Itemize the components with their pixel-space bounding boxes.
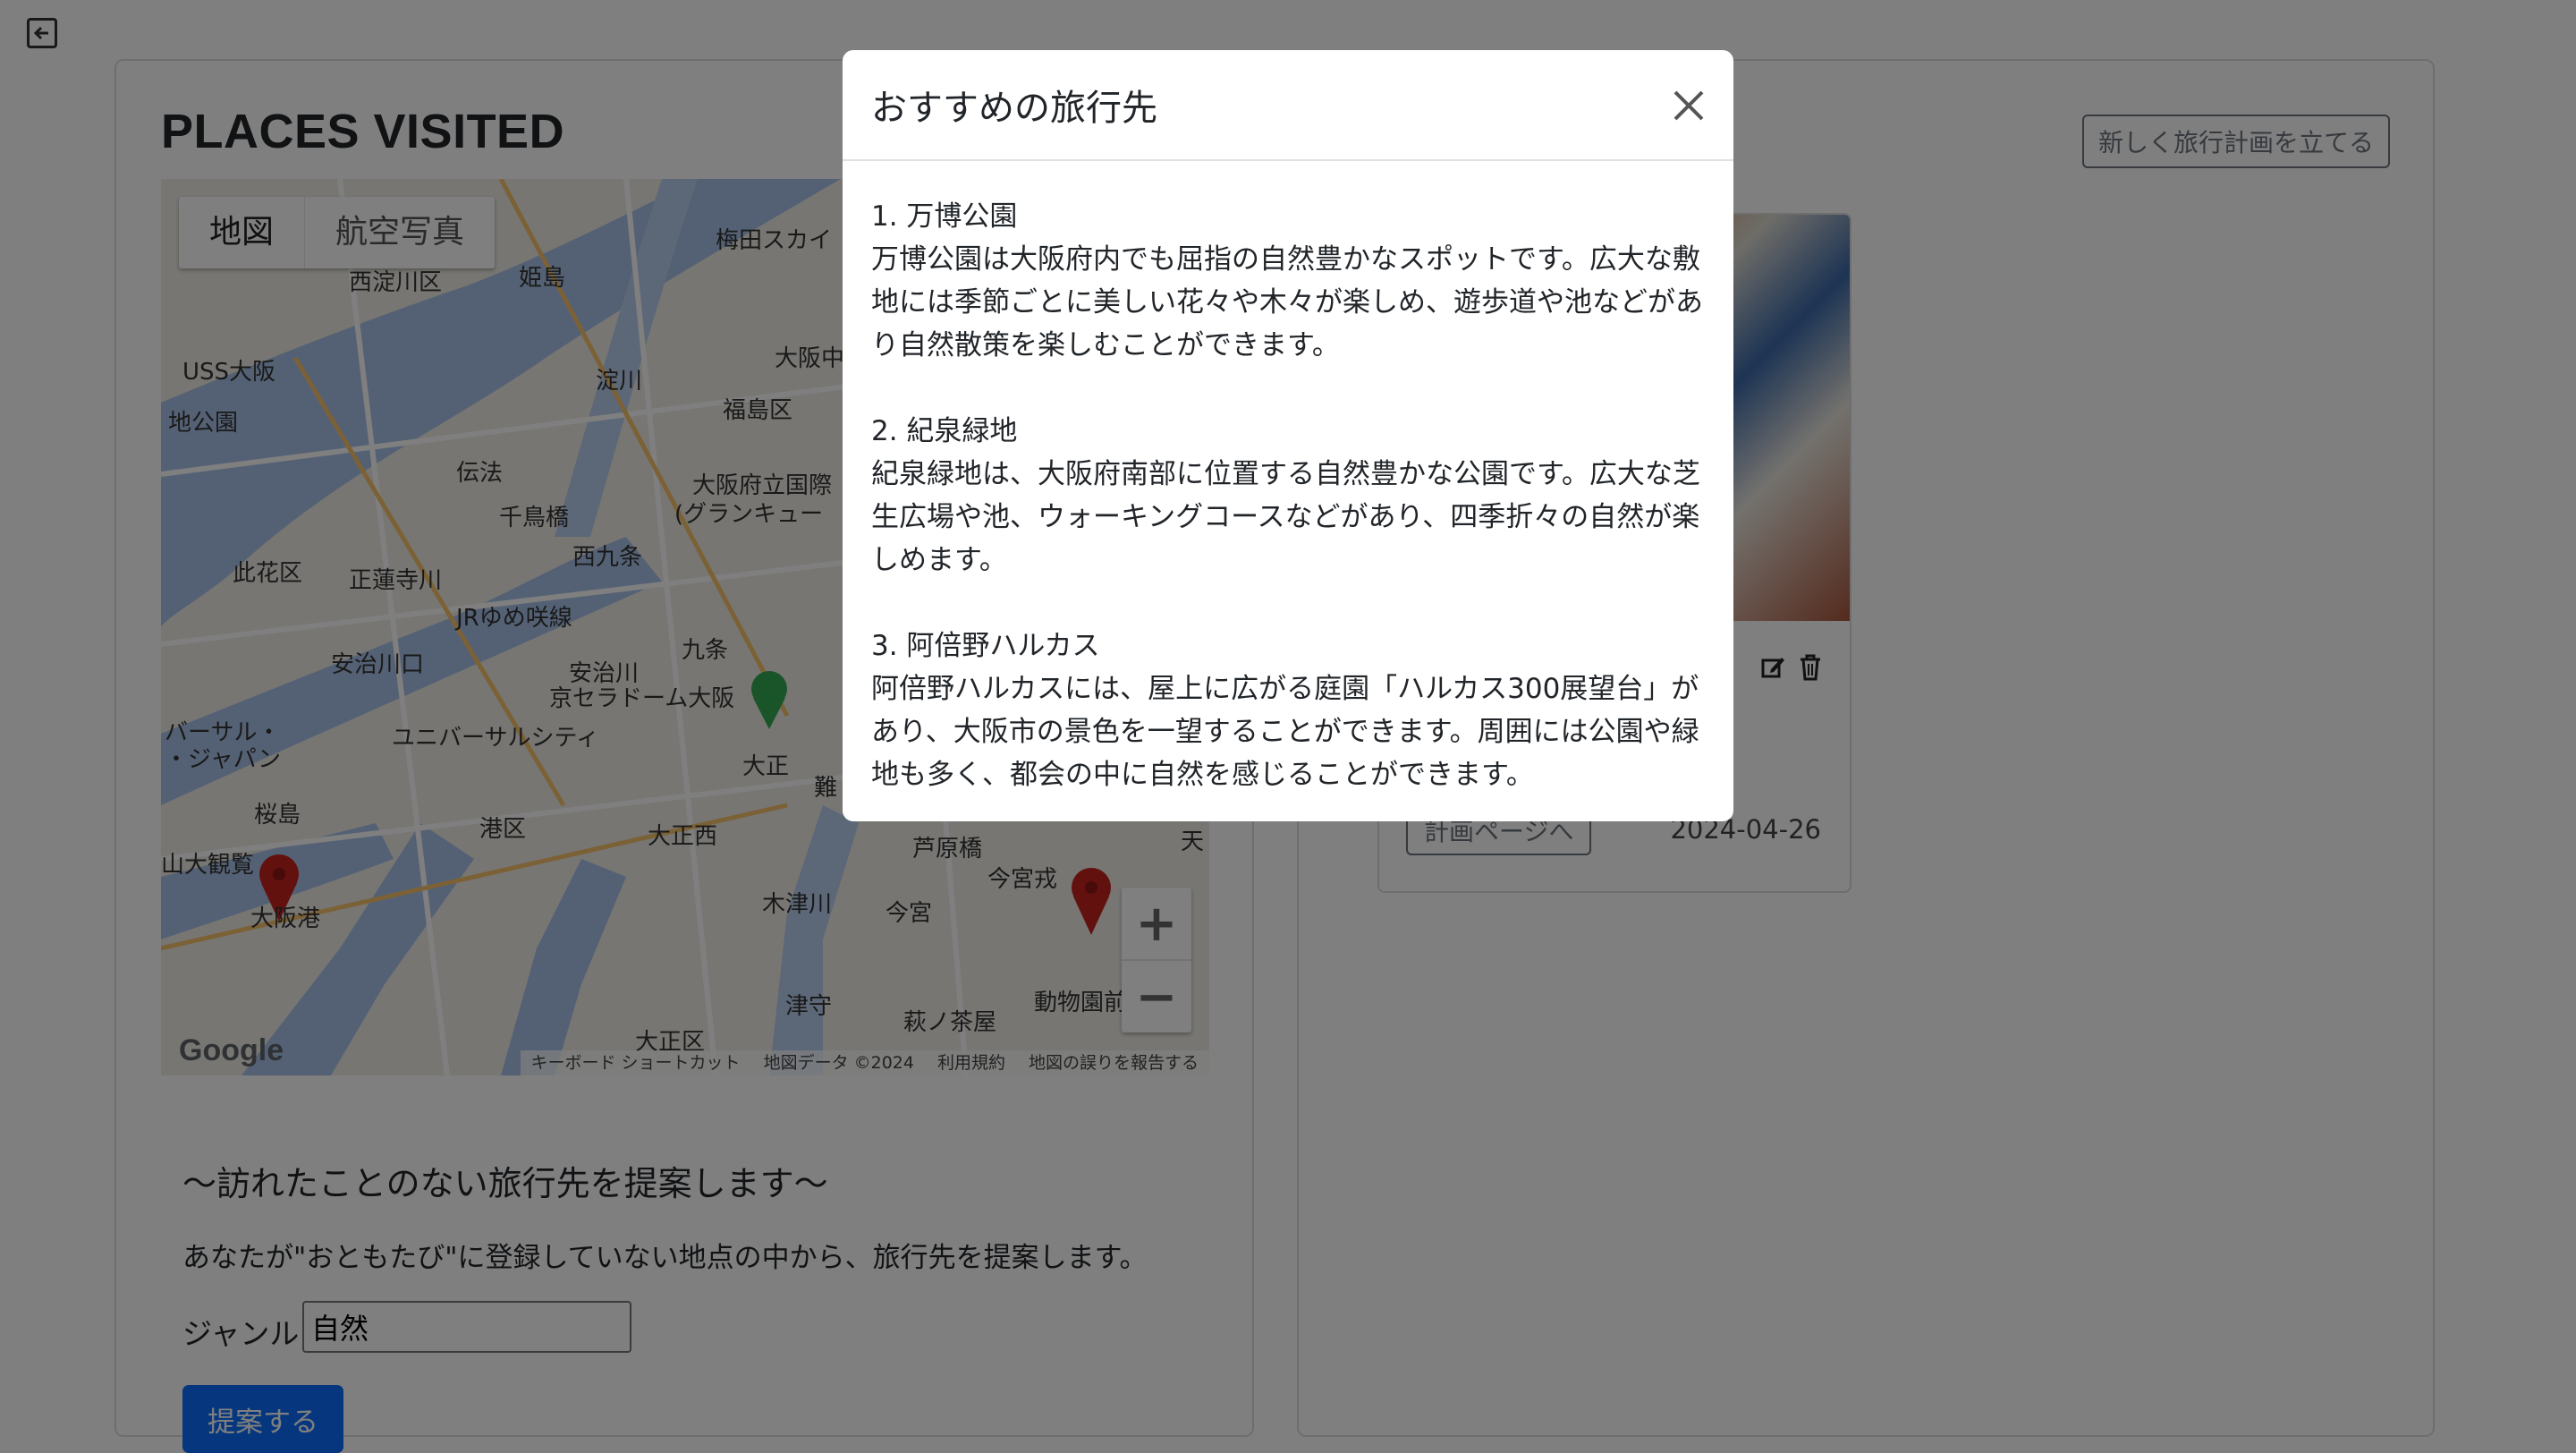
- recommendation-item: 1. 万博公園 万博公園は大阪府内でも屈指の自然豊かなスポットです。広大な敷地に…: [871, 195, 1705, 367]
- recommendation-modal: おすすめの旅行先 1. 万博公園 万博公園は大阪府内でも屈指の自然豊かなスポット…: [843, 50, 1733, 821]
- recommendation-item: 3. 阿倍野ハルカス 阿倍野ハルカスには、屋上に広がる庭園「ハルカス300展望台…: [871, 625, 1705, 796]
- recommendation-name: 2. 紀泉緑地: [871, 415, 1018, 447]
- recommendation-item: 2. 紀泉緑地 紀泉緑地は、大阪府南部に位置する自然豊かな公園です。広大な芝生広…: [871, 410, 1705, 582]
- recommendation-name: 3. 阿倍野ハルカス: [871, 630, 1100, 662]
- modal-header: おすすめの旅行先: [843, 50, 1733, 161]
- recommendation-name: 1. 万博公園: [871, 200, 1018, 233]
- recommendation-text: 紀泉緑地は、大阪府南部に位置する自然豊かな公園です。広大な芝生広場や池、ウォーキ…: [871, 458, 1700, 576]
- recommendation-text: 阿倍野ハルカスには、屋上に広がる庭園「ハルカス300展望台」があり、大阪市の景色…: [871, 673, 1699, 791]
- modal-title: おすすめの旅行先: [871, 88, 1157, 129]
- modal-body: 1. 万博公園 万博公園は大阪府内でも屈指の自然豊かなスポットです。広大な敷地に…: [843, 161, 1733, 796]
- close-icon[interactable]: [1671, 88, 1707, 123]
- page: PLACES VISITED: [0, 0, 2576, 1453]
- recommendation-text: 万博公園は大阪府内でも屈指の自然豊かなスポットです。広大な敷地には季節ごとに美し…: [871, 243, 1703, 361]
